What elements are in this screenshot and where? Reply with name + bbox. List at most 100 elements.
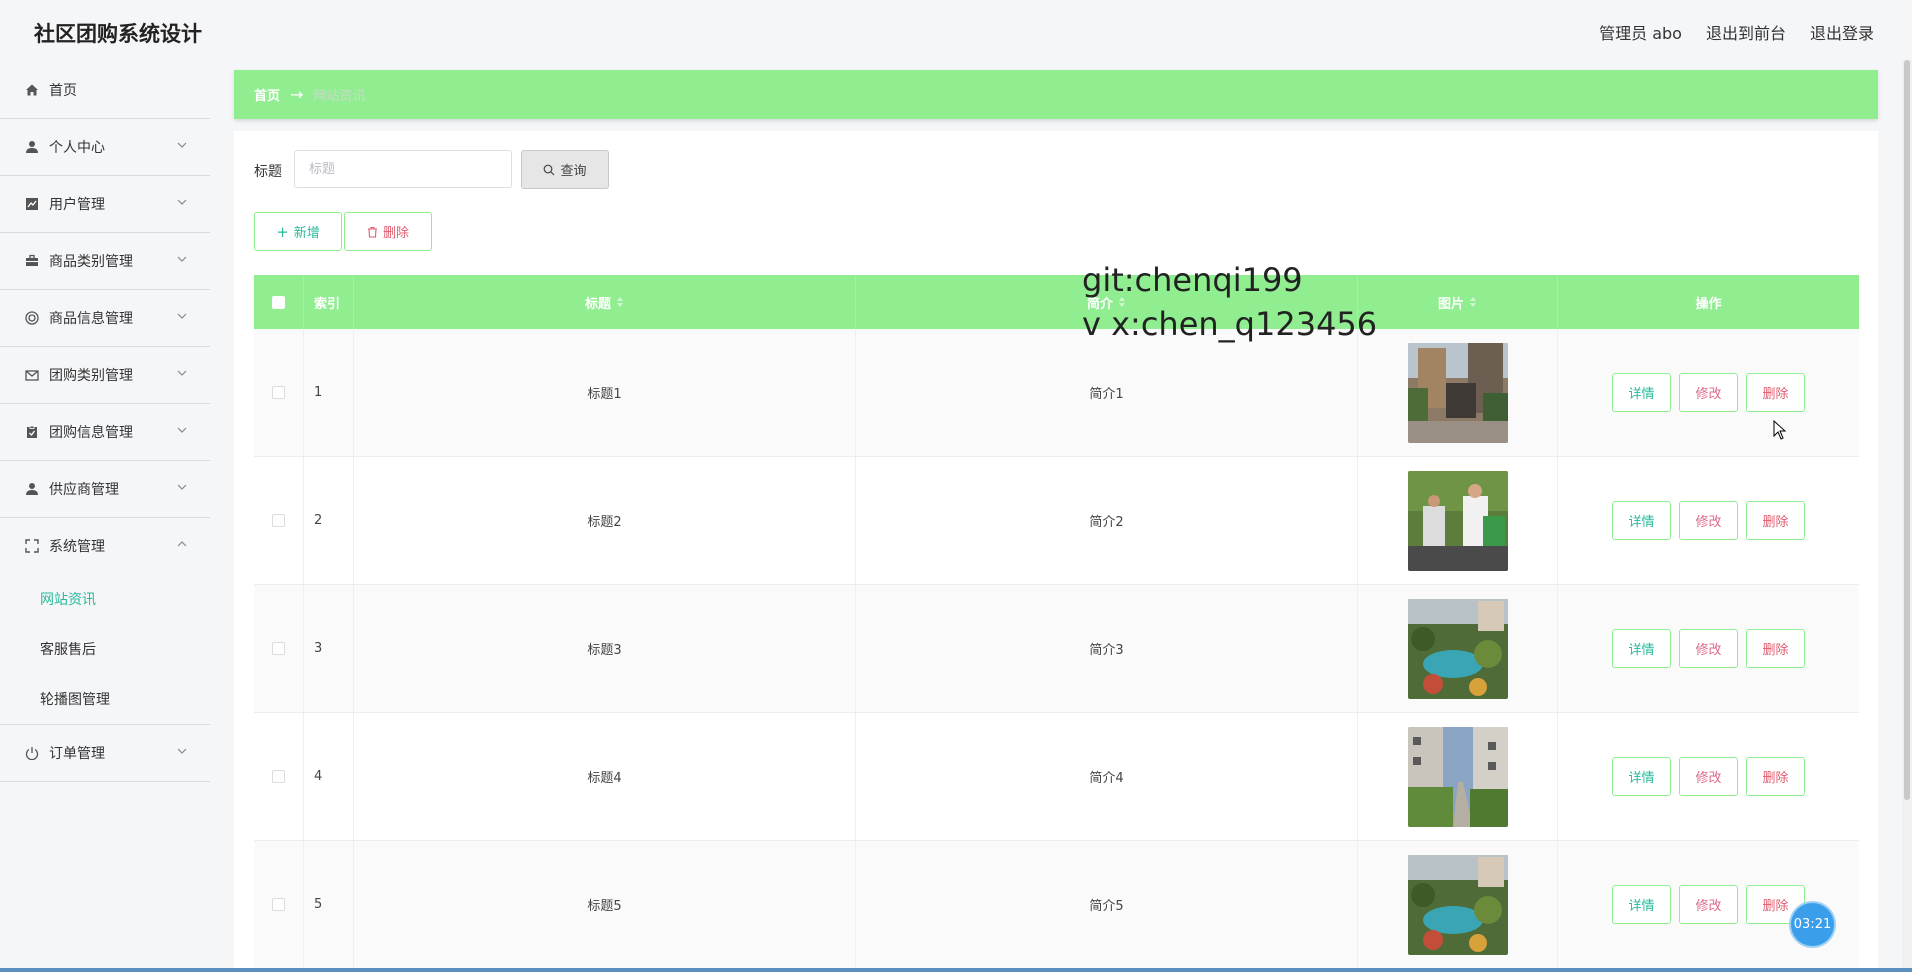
- breadcrumb-home[interactable]: 首页: [254, 85, 280, 104]
- fullscreen-icon: [24, 538, 40, 554]
- sidebar-item-label: 订单管理: [49, 746, 105, 762]
- home-icon: [24, 82, 40, 98]
- row-image-cell: [1358, 329, 1558, 456]
- sidebar-item-goods-category[interactable]: 商品类别管理: [0, 233, 210, 290]
- chevron-up-icon: [177, 541, 187, 547]
- building-gate-photo[interactable]: [1407, 342, 1508, 443]
- search-input[interactable]: [294, 150, 512, 188]
- row-checkbox[interactable]: [272, 386, 285, 399]
- delete-button[interactable]: 删除: [1746, 629, 1805, 668]
- main-content: 标题 查询 + 新增 删除 索引 标题 简介 图片 操作 1 标题1 简介1: [234, 131, 1878, 972]
- mail-icon: [24, 367, 40, 383]
- detail-button[interactable]: 详情: [1612, 629, 1671, 668]
- table-header: 索引 标题 简介 图片 操作: [254, 275, 1859, 329]
- edit-button[interactable]: 修改: [1679, 757, 1738, 796]
- residential-path-photo[interactable]: [1407, 726, 1508, 827]
- row-image-cell: [1358, 713, 1558, 840]
- chevron-down-icon: [177, 370, 187, 376]
- add-button[interactable]: + 新增: [254, 212, 342, 251]
- batch-delete-button[interactable]: 删除: [344, 212, 432, 251]
- table-row: 3 标题3 简介3 详情 修改 删除: [254, 585, 1859, 713]
- chevron-down-icon: [177, 313, 187, 319]
- power-icon: [24, 745, 40, 761]
- row-image-cell: [1358, 585, 1558, 712]
- sidebar-item-personal-center[interactable]: 个人中心: [0, 119, 210, 176]
- trash-icon: [367, 226, 377, 238]
- detail-button[interactable]: 详情: [1612, 501, 1671, 540]
- row-intro: 简介5: [856, 841, 1358, 968]
- sidebar-item-label: 系统管理: [49, 539, 105, 555]
- news-table: 索引 标题 简介 图片 操作 1 标题1 简介1 详情 修改 删除 2 标题2 …: [254, 275, 1859, 969]
- clipboard-icon: [24, 424, 40, 440]
- delete-button[interactable]: 删除: [1746, 757, 1805, 796]
- table-row: 1 标题1 简介1 详情 修改 删除: [254, 329, 1859, 457]
- row-checkbox[interactable]: [272, 898, 285, 911]
- row-index: 5: [304, 841, 354, 968]
- people-outdoor-photo[interactable]: [1407, 470, 1508, 571]
- sidebar-item-label: 团购类别管理: [49, 368, 133, 384]
- chevron-down-icon: [177, 748, 187, 754]
- search-icon: [544, 164, 555, 175]
- search-button[interactable]: 查询: [521, 150, 609, 189]
- admin-user-label[interactable]: 管理员 abo: [1599, 20, 1682, 44]
- sidebar-item-user-management[interactable]: 用户管理: [0, 176, 210, 233]
- sidebar-item-label: 团购信息管理: [49, 425, 133, 441]
- sidebar-item-groupbuy-info[interactable]: 团购信息管理: [0, 404, 210, 461]
- timer-badge[interactable]: 03:21: [1791, 903, 1834, 946]
- sidebar-item-label: 首页: [49, 83, 77, 99]
- breadcrumb: 首页 → 网站资讯: [234, 70, 1878, 119]
- select-all-checkbox[interactable]: [272, 295, 285, 309]
- sidebar-item-supplier[interactable]: 供应商管理: [0, 461, 210, 518]
- row-actions: 详情 修改 删除: [1558, 457, 1859, 584]
- row-intro: 简介4: [856, 713, 1358, 840]
- sidebar-item-groupbuy-category[interactable]: 团购类别管理: [0, 347, 210, 404]
- row-checkbox-cell: [254, 457, 304, 584]
- sidebar-item-home[interactable]: 首页: [0, 62, 210, 119]
- back-to-front-link[interactable]: 退出到前台: [1706, 20, 1786, 44]
- taskbar-strip: [0, 968, 1912, 972]
- garden-pond-photo[interactable]: [1407, 598, 1508, 699]
- delete-button[interactable]: 删除: [1746, 501, 1805, 540]
- page-scrollbar[interactable]: [1902, 60, 1912, 972]
- chart-icon: [24, 196, 40, 212]
- edit-button[interactable]: 修改: [1679, 501, 1738, 540]
- detail-button[interactable]: 详情: [1612, 373, 1671, 412]
- sidebar-subitem-carousel[interactable]: 轮播图管理: [0, 674, 210, 724]
- row-actions: 详情 修改 删除: [1558, 329, 1859, 456]
- header-operation: 操作: [1558, 275, 1859, 329]
- sidebar-item-goods-info[interactable]: 商品信息管理: [0, 290, 210, 347]
- sidebar: 首页 个人中心 用户管理 商品类别管理 商品信息管理 团购类别管理 团购信息管理…: [0, 62, 210, 972]
- row-checkbox-cell: [254, 713, 304, 840]
- add-button-label: 新增: [293, 226, 320, 241]
- table-body: 1 标题1 简介1 详情 修改 删除 2 标题2 简介2 详情 修改 删除 3 …: [254, 329, 1859, 969]
- header-title[interactable]: 标题: [354, 275, 856, 329]
- delete-button[interactable]: 删除: [1746, 373, 1805, 412]
- logout-link[interactable]: 退出登录: [1810, 20, 1874, 44]
- edit-button[interactable]: 修改: [1679, 885, 1738, 924]
- watermark-line-1: git:chenqi199: [1082, 261, 1303, 299]
- row-checkbox[interactable]: [272, 642, 285, 655]
- sidebar-item-system[interactable]: 系统管理: [0, 518, 210, 574]
- sidebar-subitem-customer-service[interactable]: 客服售后: [0, 624, 210, 674]
- sidebar-item-orders[interactable]: 订单管理: [0, 724, 210, 782]
- garden-pond-photo[interactable]: [1407, 854, 1508, 955]
- briefcase-icon: [24, 253, 40, 269]
- row-title: 标题4: [354, 713, 856, 840]
- scrollbar-thumb[interactable]: [1904, 60, 1910, 800]
- header-image[interactable]: 图片: [1358, 275, 1558, 329]
- table-row: 2 标题2 简介2 详情 修改 删除: [254, 457, 1859, 585]
- sidebar-item-label: 商品类别管理: [49, 254, 133, 270]
- header-image-label: 图片: [1437, 296, 1464, 312]
- header-checkbox-cell: [254, 275, 304, 329]
- edit-button[interactable]: 修改: [1679, 629, 1738, 668]
- row-checkbox[interactable]: [272, 770, 285, 783]
- row-title: 标题1: [354, 329, 856, 456]
- row-intro: 简介2: [856, 457, 1358, 584]
- detail-button[interactable]: 详情: [1612, 757, 1671, 796]
- user-icon: [24, 481, 40, 497]
- edit-button[interactable]: 修改: [1679, 373, 1738, 412]
- chevron-down-icon: [177, 142, 187, 148]
- sidebar-subitem-news[interactable]: 网站资讯: [0, 574, 210, 624]
- detail-button[interactable]: 详情: [1612, 885, 1671, 924]
- row-checkbox[interactable]: [272, 514, 285, 527]
